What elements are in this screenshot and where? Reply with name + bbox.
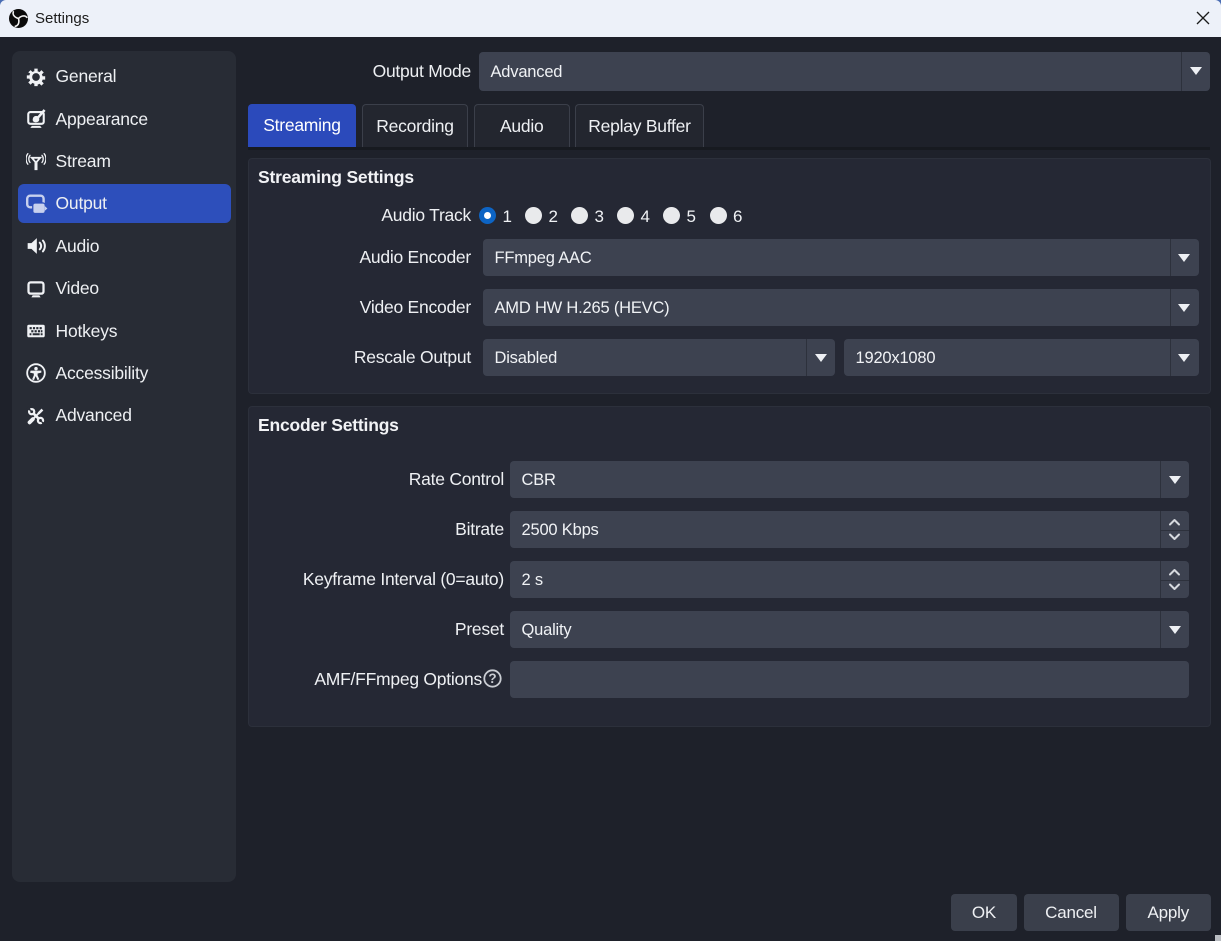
svg-text:?: ? [488,671,496,686]
